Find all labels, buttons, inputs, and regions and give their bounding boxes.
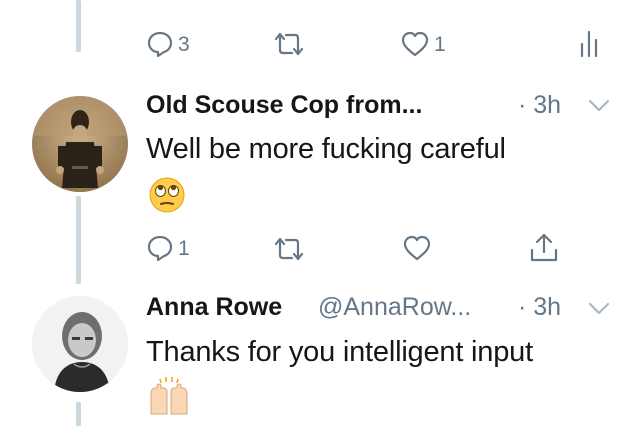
- retweet-button[interactable]: [272, 236, 306, 262]
- share-icon: [529, 232, 559, 264]
- avatar-anna-rowe[interactable]: [32, 296, 128, 392]
- thread-line-middle: [76, 196, 81, 284]
- raising-hands-emoji: 🙌🏻: [148, 376, 190, 421]
- tweet-text: Thanks for you intelligent input: [146, 336, 533, 368]
- like-button[interactable]: [402, 234, 432, 262]
- tweet-text: Well be more fucking careful: [146, 133, 506, 165]
- reply-button[interactable]: 3: [146, 30, 190, 58]
- reply-count: 1: [178, 236, 190, 260]
- thread-line-bottom: [76, 402, 81, 426]
- reply-icon: [146, 234, 174, 262]
- reply-count: 3: [178, 32, 190, 56]
- like-button[interactable]: 1: [400, 30, 446, 58]
- reply-icon: [146, 30, 174, 58]
- thread-line-top: [76, 0, 81, 52]
- author-name[interactable]: Anna Rowe: [146, 293, 282, 322]
- share-button[interactable]: [529, 232, 559, 264]
- analytics-icon: [578, 28, 602, 58]
- avatar-old-scouse-cop[interactable]: [32, 96, 128, 192]
- chevron-down-icon[interactable]: [588, 99, 610, 118]
- like-icon: [400, 30, 430, 58]
- analytics-button[interactable]: [578, 28, 602, 58]
- author-handle[interactable]: @AnnaRow...: [318, 293, 471, 322]
- retweet-button[interactable]: [272, 31, 306, 57]
- eye-roll-emoji: 🙄: [148, 176, 186, 219]
- chevron-down-icon[interactable]: [588, 302, 610, 321]
- like-count: 1: [434, 32, 446, 56]
- tweet-time[interactable]: · 3h: [518, 91, 561, 120]
- reply-button[interactable]: 1: [146, 234, 190, 262]
- retweet-icon: [272, 236, 306, 262]
- tweet-time[interactable]: · 3h: [518, 293, 561, 322]
- author-name[interactable]: Old Scouse Cop from...: [146, 91, 422, 120]
- retweet-icon: [272, 31, 306, 57]
- like-icon: [402, 234, 432, 262]
